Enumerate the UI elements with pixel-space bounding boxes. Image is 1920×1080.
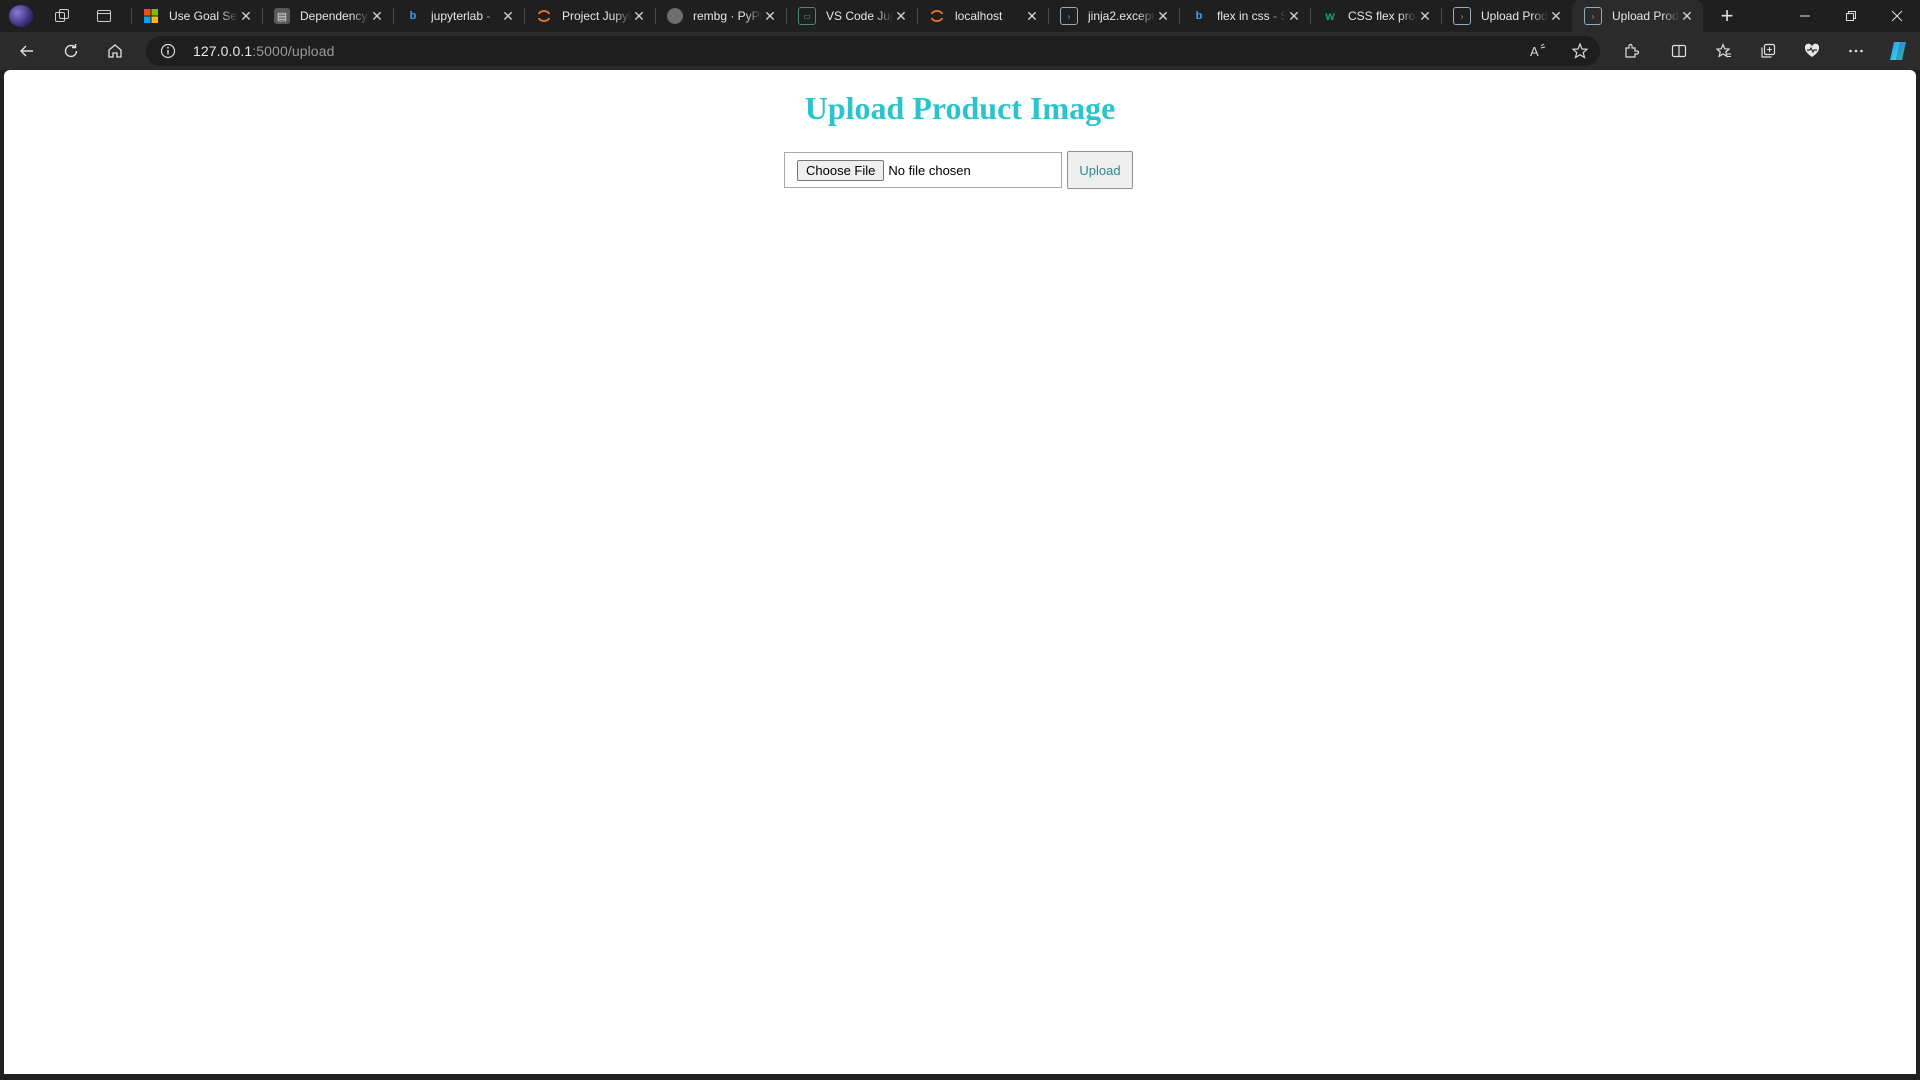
tab-separator [655,8,656,24]
browser-toolbar: 127.0.0.1:5000/upload A [0,32,1920,70]
jupyter-icon [929,8,945,24]
tab-separator [131,8,132,24]
close-tab-icon[interactable]: ✕ [1548,8,1564,25]
close-tab-icon[interactable]: ✕ [631,8,647,25]
restore-button[interactable] [1828,0,1874,32]
more-options-icon[interactable] [1842,38,1870,64]
tab[interactable]: b flex in css - S ✕ [1179,0,1310,32]
close-tab-icon[interactable]: ✕ [1679,8,1695,25]
tab-title: Project Jupyter [562,9,631,23]
split-screen-icon[interactable] [1665,38,1693,64]
bing-icon: b [409,10,417,22]
url-text[interactable]: 127.0.0.1:5000/upload [193,43,334,59]
tab-title: Upload Product [1612,9,1679,23]
bing-icon: b [1195,10,1203,22]
tab-title: rembg · PyPI [693,9,762,23]
tab-separator [1310,8,1311,24]
close-window-button[interactable] [1874,0,1920,32]
address-bar[interactable]: 127.0.0.1:5000/upload A [146,36,1600,66]
tab-active[interactable]: › Upload Product ✕ [1572,0,1703,32]
minimize-button[interactable] [1782,0,1828,32]
tab-title: jinja2.exceptions [1088,9,1155,23]
profile-avatar[interactable] [9,5,33,27]
tab-title: Upload Product [1481,9,1548,23]
tab-separator [1441,8,1442,24]
close-tab-icon[interactable]: ✕ [1286,8,1302,25]
browser-essentials-icon[interactable] [1798,38,1826,64]
tab-title: jupyterlab - [431,9,491,23]
vscode-icon: ▭ [798,7,816,25]
tab-separator [1179,8,1180,24]
tab-title: localhost [955,9,1003,23]
tab-separator [1048,8,1049,24]
tab[interactable]: ▤ Dependency ✕ [262,0,393,32]
favorites-icon[interactable] [1710,38,1738,64]
url-host: 127.0.0.1 [193,43,253,59]
close-tab-icon[interactable]: ✕ [893,8,909,25]
close-tab-icon[interactable]: ✕ [1155,8,1171,25]
extensions-icon[interactable] [1617,38,1645,64]
svg-text:A: A [1530,44,1539,59]
file-status-text: No file chosen [888,162,971,178]
microsoft-icon [143,8,159,24]
copilot-icon[interactable] [1884,38,1912,64]
tab-title: VS Code Jupyter [826,9,893,23]
jupyter-icon [536,8,552,24]
upload-form: Choose File No file chosen Upload [784,150,1133,190]
read-aloud-icon[interactable]: A [1528,41,1548,61]
url-path: :5000/upload [252,43,335,59]
tab-separator [524,8,525,24]
collections-icon[interactable] [1754,38,1782,64]
tab[interactable]: Use Goal Seek ✕ [131,0,262,32]
upload-button[interactable]: Upload [1067,151,1133,189]
close-tab-icon[interactable]: ✕ [369,8,385,25]
back-button[interactable] [13,38,41,64]
page-viewport: Upload Product Image Choose File No file… [4,70,1916,1074]
workspaces-icon[interactable] [53,7,71,25]
tab[interactable]: ▭ VS Code Jupyter ✕ [786,0,917,32]
tab[interactable]: rembg · PyPI ✕ [655,0,786,32]
tab[interactable]: b jupyterlab - ✕ [393,0,524,32]
tab[interactable]: › Upload Product ✕ [1441,0,1572,32]
tab-separator [786,8,787,24]
home-button[interactable] [101,38,129,64]
close-tab-icon[interactable]: ✕ [1417,8,1433,25]
tab-title: CSS flex prop [1348,9,1417,23]
new-tab-button[interactable]: + [1716,3,1738,29]
tab-separator [393,8,394,24]
tab-separator [262,8,263,24]
tab-title: Dependency [300,9,368,23]
tab[interactable]: Project Jupyter ✕ [524,0,655,32]
favorite-star-icon[interactable] [1570,41,1590,61]
choose-file-button[interactable]: Choose File [797,159,885,181]
vertical-tabs-icon[interactable] [95,7,113,25]
tab-title: flex in css - S [1217,9,1286,23]
close-tab-icon[interactable]: ✕ [762,8,778,25]
close-tab-icon[interactable]: ✕ [500,8,516,25]
tab-separator [917,8,918,24]
doc-icon: ▤ [274,8,290,24]
tab[interactable]: w CSS flex prop ✕ [1310,0,1441,32]
page-icon: › [1060,7,1078,25]
page-icon: › [1584,7,1602,25]
tab-strip: Use Goal Seek ✕ ▤ Dependency ✕ b jupyter… [0,0,1920,32]
page-icon: › [1453,7,1471,25]
page-title: Upload Product Image [804,90,1116,126]
tab[interactable]: localhost ✕ [917,0,1048,32]
tab-title: Use Goal Seek [169,9,238,23]
pypi-icon [667,8,683,24]
site-info-icon[interactable] [160,43,176,59]
file-input[interactable]: Choose File No file chosen [784,152,1062,188]
close-tab-icon[interactable]: ✕ [238,8,254,25]
close-tab-icon[interactable]: ✕ [1024,8,1040,25]
refresh-button[interactable] [57,38,85,64]
tab[interactable]: › jinja2.exceptions ✕ [1048,0,1179,32]
w3schools-icon: w [1325,9,1335,23]
